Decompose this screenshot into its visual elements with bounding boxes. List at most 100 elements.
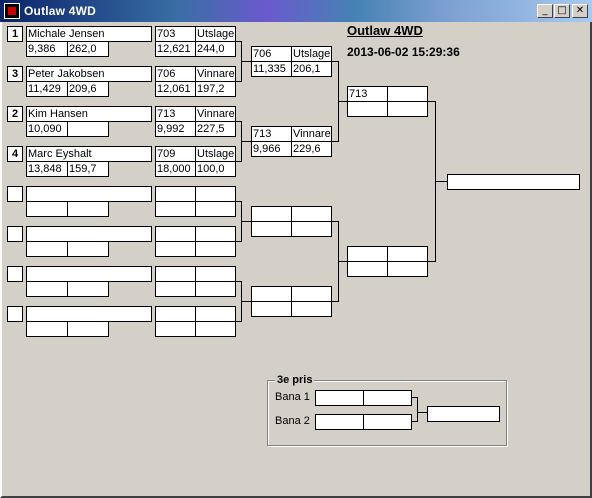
round3-slot-top-b[interactable]: Utslagen [291, 46, 332, 62]
page-title: Outlaw 4WD [347, 23, 423, 38]
round2-slot-top-b[interactable] [195, 266, 236, 282]
round2-slot-top-b[interactable]: Vinnare [195, 106, 236, 122]
bracket-line [241, 221, 251, 222]
round4-slot-top-b[interactable] [387, 86, 428, 102]
round2-slot-top-a[interactable]: 706 [155, 66, 196, 82]
round2-slot-bottom-a[interactable] [155, 201, 196, 217]
driver-speed-field[interactable]: 159,7 [67, 161, 109, 177]
lane2-status[interactable] [363, 414, 412, 430]
driver-speed-field[interactable]: 209,6 [67, 81, 109, 97]
round4-slot-bottom-b[interactable] [387, 261, 428, 277]
round2-slot-bottom-b[interactable]: 100,0 [195, 161, 236, 177]
round2-slot-bottom-a[interactable]: 12,621 [155, 41, 196, 57]
bracket-line [435, 181, 447, 182]
round4-slot-top-b[interactable] [387, 246, 428, 262]
minimize-button[interactable]: _ [537, 4, 553, 18]
driver-name-field[interactable]: Michale Jensen [26, 26, 152, 42]
round2-slot-top-a[interactable] [155, 266, 196, 282]
lane2-number[interactable] [315, 414, 364, 430]
seed-badge [7, 266, 23, 282]
driver-name-field[interactable] [26, 266, 152, 282]
round2-slot-bottom-b[interactable]: 197,2 [195, 81, 236, 97]
round3-slot-top-a[interactable] [251, 206, 292, 222]
round2-slot-top-b[interactable]: Utslagen [195, 146, 236, 162]
title-bar[interactable]: Outlaw 4WD _ □ ✕ [0, 0, 592, 22]
driver-speed-field[interactable] [67, 321, 109, 337]
driver-time-field[interactable] [26, 201, 68, 217]
round4-slot-bottom-a[interactable] [347, 101, 388, 117]
round2-slot-bottom-a[interactable] [155, 241, 196, 257]
bracket-line [417, 397, 418, 422]
round3-slot-bottom-b[interactable] [291, 221, 332, 237]
round2-slot-bottom-b[interactable] [195, 201, 236, 217]
driver-speed-field[interactable] [67, 241, 109, 257]
round2-slot-bottom-a[interactable]: 12,061 [155, 81, 196, 97]
driver-time-field[interactable]: 9,386 [26, 41, 68, 57]
round2-slot-top-a[interactable] [155, 186, 196, 202]
round2-slot-bottom-a[interactable]: 9,992 [155, 121, 196, 137]
round3-slot-bottom-b[interactable]: 206,1 [291, 61, 332, 77]
driver-name-field[interactable]: Peter Jakobsen [26, 66, 152, 82]
seed-badge [7, 306, 23, 322]
round2-slot-top-b[interactable] [195, 186, 236, 202]
round2-slot-top-a[interactable]: 709 [155, 146, 196, 162]
final-winner[interactable] [447, 174, 580, 190]
round2-slot-top-a[interactable]: 713 [155, 106, 196, 122]
round3-slot-top-a[interactable] [251, 286, 292, 302]
seed-badge [7, 226, 23, 242]
bracket-line [241, 301, 251, 302]
round3-slot-bottom-b[interactable]: 229,6 [291, 141, 332, 157]
driver-time-field[interactable]: 10,090 [26, 121, 68, 137]
round2-slot-bottom-a[interactable]: 18,000 [155, 161, 196, 177]
round3-slot-bottom-a[interactable]: 11,335 [251, 61, 292, 77]
third-place-winner[interactable] [427, 406, 500, 422]
driver-name-field[interactable] [26, 306, 152, 322]
driver-name-field[interactable] [26, 226, 152, 242]
round2-slot-top-b[interactable]: Vinnare [195, 66, 236, 82]
driver-time-field[interactable] [26, 321, 68, 337]
round2-slot-bottom-a[interactable] [155, 281, 196, 297]
driver-name-field[interactable]: Marc Eyshalt [26, 146, 152, 162]
round2-slot-bottom-b[interactable] [195, 281, 236, 297]
round2-slot-top-b[interactable] [195, 226, 236, 242]
round4-slot-top-a[interactable] [347, 246, 388, 262]
driver-speed-field[interactable] [67, 201, 109, 217]
round2-slot-bottom-a[interactable] [155, 321, 196, 337]
driver-time-field[interactable] [26, 281, 68, 297]
round3-slot-top-b[interactable] [291, 206, 332, 222]
driver-speed-field[interactable] [67, 281, 109, 297]
round2-slot-bottom-b[interactable]: 227,5 [195, 121, 236, 137]
round3-slot-top-b[interactable]: Vinnare [291, 126, 332, 142]
round3-slot-top-b[interactable] [291, 286, 332, 302]
driver-name-field[interactable] [26, 186, 152, 202]
maximize-button[interactable]: □ [554, 4, 570, 18]
round3-slot-top-a[interactable]: 706 [251, 46, 292, 62]
close-button[interactable]: ✕ [572, 4, 588, 18]
round2-slot-bottom-b[interactable] [195, 241, 236, 257]
driver-speed-field[interactable]: 262,0 [67, 41, 109, 57]
round3-slot-top-a[interactable]: 713 [251, 126, 292, 142]
app-icon[interactable] [4, 3, 20, 19]
round2-slot-top-a[interactable]: 703 [155, 26, 196, 42]
round2-slot-top-a[interactable] [155, 306, 196, 322]
round2-slot-bottom-b[interactable]: 244,0 [195, 41, 236, 57]
round3-slot-bottom-b[interactable] [291, 301, 332, 317]
round4-slot-bottom-a[interactable] [347, 261, 388, 277]
round3-slot-bottom-a[interactable]: 9,966 [251, 141, 292, 157]
driver-time-field[interactable] [26, 241, 68, 257]
lane1-status[interactable] [363, 390, 412, 406]
driver-speed-field[interactable] [67, 121, 109, 137]
driver-name-field[interactable]: Kim Hansen [26, 106, 152, 122]
driver-time-field[interactable]: 13,848 [26, 161, 68, 177]
round3-slot-bottom-a[interactable] [251, 221, 292, 237]
round2-slot-top-b[interactable]: Utslagen [195, 26, 236, 42]
round2-slot-top-a[interactable] [155, 226, 196, 242]
round2-slot-bottom-b[interactable] [195, 321, 236, 337]
driver-time-field[interactable]: 11,429 [26, 81, 68, 97]
round3-slot-bottom-a[interactable] [251, 301, 292, 317]
bracket-line [338, 261, 347, 262]
round2-slot-top-b[interactable] [195, 306, 236, 322]
lane1-number[interactable] [315, 390, 364, 406]
round4-slot-top-a[interactable]: 713 [347, 86, 388, 102]
round4-slot-bottom-b[interactable] [387, 101, 428, 117]
